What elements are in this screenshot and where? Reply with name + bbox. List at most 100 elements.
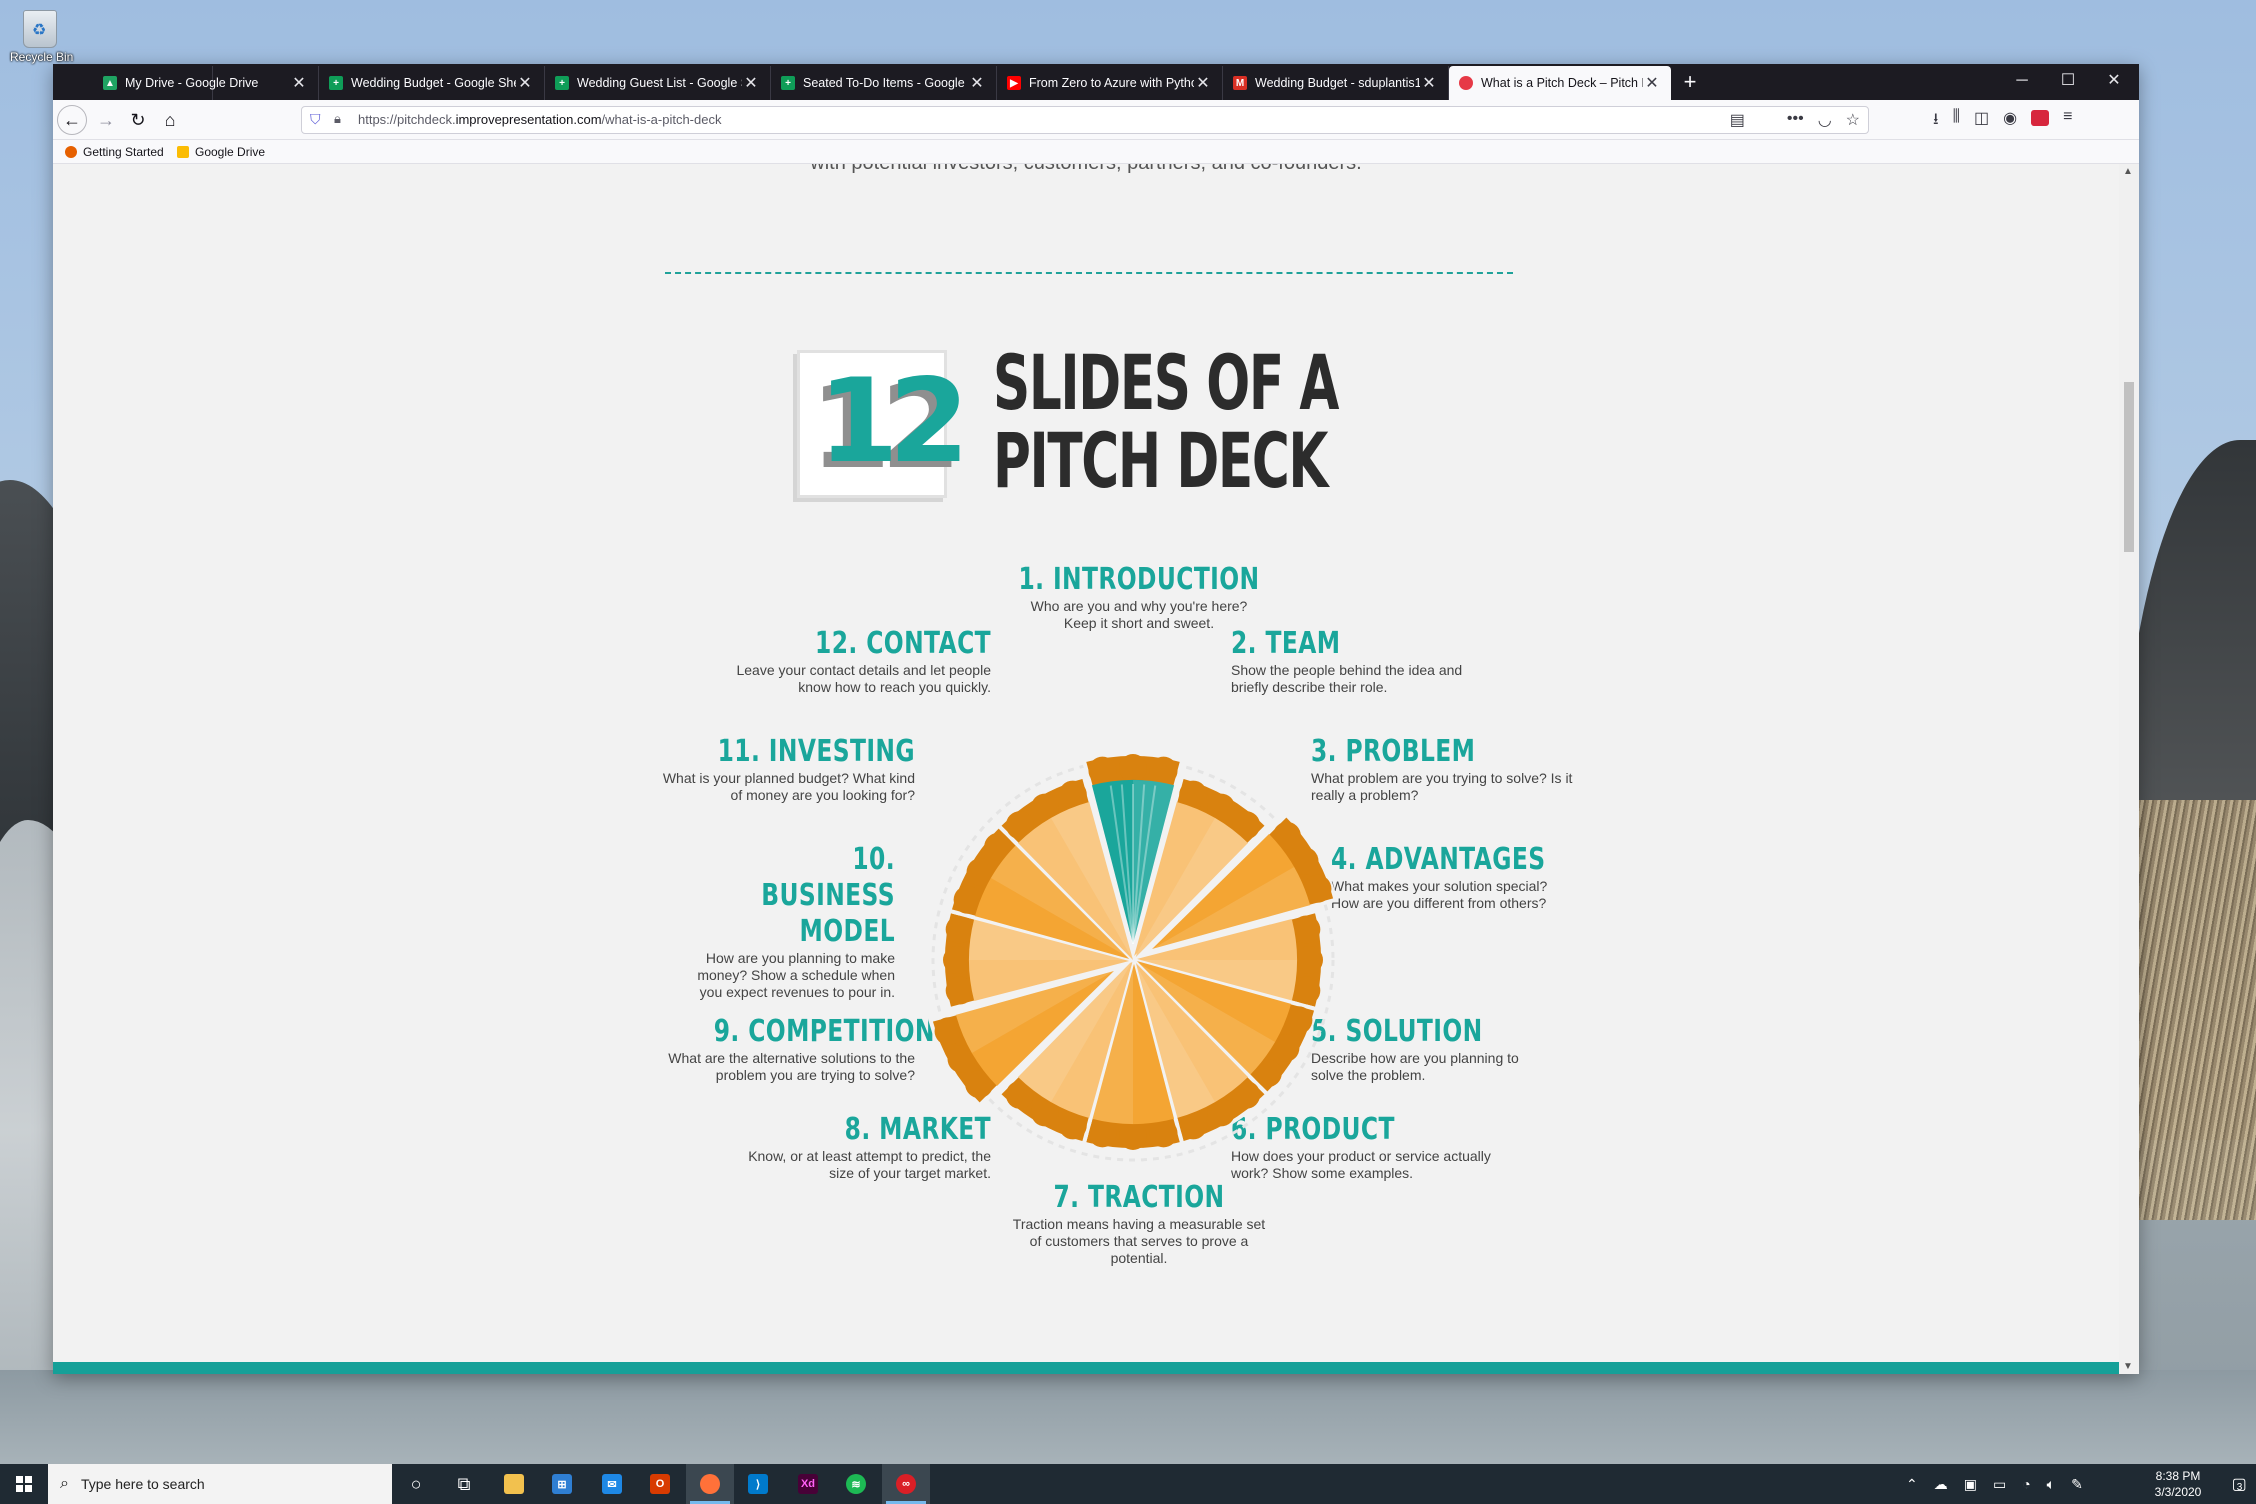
minimize-button[interactable]: ─ (1999, 64, 2045, 100)
close-tab-icon[interactable]: ✕ (1420, 73, 1438, 93)
section-title: 1. INTRODUCTION (1018, 562, 1260, 597)
file-explorer-icon[interactable] (490, 1464, 538, 1504)
section-solution: 5. SOLUTION Describe how are you plannin… (1311, 1014, 1541, 1084)
pie-crust-bump (1149, 1119, 1178, 1148)
bookmark-star-icon[interactable]: ☆ (1846, 110, 1860, 130)
address-bar[interactable]: ⛉ 🔒︎ https://pitchdeck.improvepresentati… (301, 106, 1869, 134)
scrollbar-thumb[interactable] (2124, 382, 2134, 552)
close-tab-icon[interactable]: ✕ (968, 73, 986, 93)
tab-title: Seated To-Do Items - Google Sheets (803, 76, 968, 90)
pen-icon[interactable]: ✎ (2071, 1476, 2083, 1493)
bookmarks-toolbar: Getting Started Google Drive (53, 140, 2139, 164)
tab-title: Wedding Guest List - Google Sheets (577, 76, 742, 90)
intro-text: with potential investors, customers, par… (53, 164, 2119, 175)
office-icon[interactable]: O (636, 1464, 684, 1504)
notification-count: 3 (2236, 1481, 2243, 1493)
tab-gmail-budget[interactable]: M Wedding Budget - sduplantis1@... ✕ (1223, 66, 1449, 100)
close-tab-icon[interactable]: ✕ (1194, 73, 1212, 93)
new-tab-button[interactable]: + (1675, 68, 1705, 98)
bookmark-google-drive[interactable]: Google Drive (177, 145, 265, 159)
bookmark-getting-started[interactable]: Getting Started (65, 145, 164, 159)
sidebar-icon[interactable]: ◫ (1974, 108, 1989, 135)
battery-icon[interactable]: ▭ (1993, 1476, 2006, 1493)
section-description: Who are you and why you're here? Keep it… (1030, 598, 1248, 631)
tab-my-drive[interactable]: ▲ My Drive - Google Drive ✕ (93, 66, 319, 100)
menu-icon[interactable]: ≡ (2063, 108, 2072, 135)
recycle-bin-icon: ♻ (23, 10, 57, 48)
close-tab-icon[interactable]: ✕ (290, 73, 308, 93)
volume-icon[interactable]: 🔈︎ (2047, 1476, 2055, 1493)
section-description: How are you planning to make money? Show… (697, 950, 895, 1000)
section-description: What are the alternative solutions to th… (668, 1050, 915, 1083)
wifi-icon[interactable]: ◔ (2022, 1476, 2030, 1492)
tab-pitch-deck[interactable]: What is a Pitch Deck – Pitch Deck ✕ (1449, 66, 1671, 100)
library-icon[interactable]: ⫼ (1953, 108, 1960, 135)
tab-bar: ▲ My Drive - Google Drive ✕ + Wedding Bu… (53, 64, 2139, 100)
scroll-up-icon[interactable]: ▲ (2123, 166, 2133, 177)
page-actions-icon[interactable]: ••• (1787, 110, 1804, 130)
tab-title: Wedding Budget - Google Sheets (351, 76, 516, 90)
pie-crust-bump (1119, 754, 1147, 782)
close-tab-icon[interactable]: ✕ (742, 73, 760, 93)
reader-view-icon[interactable]: ▤ (1730, 110, 1745, 130)
taskbar-clock[interactable]: 8:38 PM 3/3/2020 (2140, 1468, 2216, 1500)
task-view-button[interactable]: ⧉ (440, 1464, 488, 1504)
show-hidden-icons-icon[interactable]: ⌃ (1906, 1476, 1918, 1493)
clock-time: 8:38 PM (2155, 1469, 2201, 1483)
windows-security-icon[interactable]: ▣ (1964, 1476, 1977, 1493)
section-contact: 12. CONTACT Leave your contact details a… (705, 626, 991, 696)
section-problem: 3. PROBLEM What problem are you trying t… (1311, 734, 1573, 804)
extension-icon[interactable] (2031, 110, 2050, 126)
section-title: 9. COMPETITION (713, 1014, 935, 1049)
section-title: 4. ADVANTAGES (1331, 842, 1546, 877)
tab-wedding-budget[interactable]: + Wedding Budget - Google Sheets ✕ (319, 66, 545, 100)
downloads-icon[interactable]: ⭳ (1933, 108, 1939, 135)
google-sheets-icon: + (781, 76, 795, 90)
scroll-down-icon[interactable]: ▼ (2123, 1361, 2133, 1372)
tab-title: From Zero to Azure with Python (1029, 76, 1194, 90)
vertical-scrollbar[interactable]: ▲ ▼ (2119, 164, 2139, 1374)
pie-crust-bump (1119, 1122, 1147, 1150)
search-placeholder: Type here to search (80, 1476, 205, 1492)
pie-crust-bump (1149, 756, 1178, 785)
pocket-icon[interactable]: ◡ (1818, 110, 1832, 130)
cortana-button[interactable]: ○ (392, 1464, 440, 1504)
firefox-taskbar-icon[interactable] (686, 1464, 734, 1504)
firefox-icon (65, 146, 77, 158)
onedrive-icon[interactable]: ☁ (1934, 1476, 1948, 1493)
spotify-icon[interactable]: ≋ (832, 1464, 880, 1504)
vscode-icon[interactable]: ⟩ (734, 1464, 782, 1504)
creative-cloud-icon[interactable]: ∞ (882, 1464, 930, 1504)
google-sheets-icon: + (329, 76, 343, 90)
close-tab-icon[interactable]: ✕ (1643, 73, 1661, 93)
section-title: 11. INVESTING (717, 734, 915, 769)
home-button[interactable]: ⌂ (155, 106, 185, 134)
store-icon[interactable]: ⊞ (538, 1464, 586, 1504)
adobe-xd-icon[interactable]: Xd (784, 1464, 832, 1504)
mail-icon[interactable]: ✉ (588, 1464, 636, 1504)
search-icon: ⌕ (60, 1475, 69, 1492)
start-button[interactable] (0, 1464, 48, 1504)
tab-title: My Drive - Google Drive (125, 76, 259, 90)
youtube-icon: ▶ (1007, 76, 1021, 90)
forward-button[interactable]: → (91, 106, 121, 134)
tab-wedding-guest-list[interactable]: + Wedding Guest List - Google Sheets ✕ (545, 66, 771, 100)
maximize-button[interactable]: ☐ (2045, 64, 2091, 100)
account-icon[interactable]: ◉ (2003, 108, 2017, 135)
taskbar-search[interactable]: ⌕ Type here to search (48, 1464, 392, 1504)
close-tab-icon[interactable]: ✕ (516, 73, 534, 93)
tab-seated-todo[interactable]: + Seated To-Do Items - Google Sheets ✕ (771, 66, 997, 100)
google-drive-icon (177, 146, 189, 158)
lock-icon[interactable]: 🔒︎ (334, 111, 341, 127)
browser-window: ▲ My Drive - Google Drive ✕ + Wedding Bu… (53, 64, 2139, 1374)
pie-crust-bump (943, 946, 971, 974)
back-button[interactable]: ← (57, 105, 87, 135)
pie-crust-bump (1088, 1119, 1117, 1148)
action-center-button[interactable]: ▢ 3 (2218, 1464, 2256, 1504)
section-description: Show the people behind the idea and brie… (1231, 662, 1463, 695)
tracking-protection-icon[interactable]: ⛉ (310, 111, 321, 128)
tab-title: What is a Pitch Deck – Pitch Deck (1481, 76, 1643, 90)
reload-button[interactable]: ↻ (123, 106, 153, 134)
tab-azure-python[interactable]: ▶ From Zero to Azure with Python ✕ (997, 66, 1223, 100)
close-window-button[interactable]: ✕ (2091, 64, 2137, 100)
